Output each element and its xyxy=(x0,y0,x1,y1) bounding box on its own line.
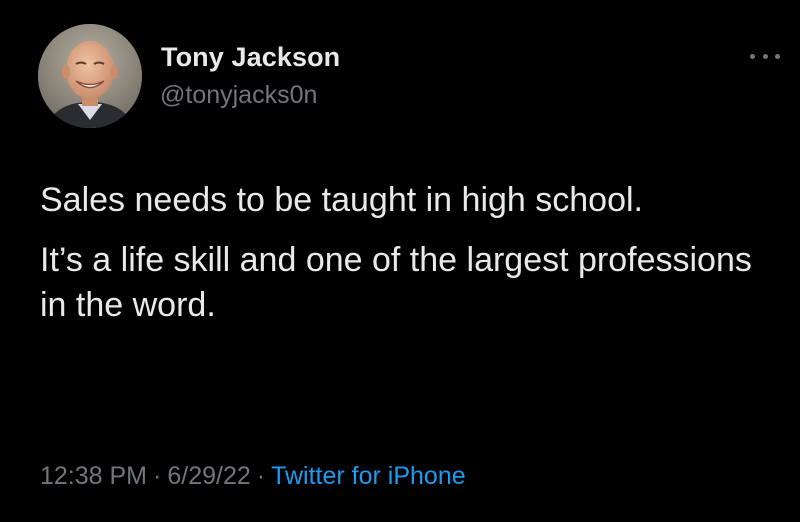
meta-separator: · xyxy=(256,462,266,490)
tweet-text: Sales needs to be taught in high school.… xyxy=(40,178,770,328)
more-dot xyxy=(750,53,755,59)
avatar[interactable] xyxy=(38,24,142,128)
more-dot xyxy=(762,53,768,59)
meta-separator: · xyxy=(153,462,162,490)
author-handle[interactable]: @tonyjacks0n xyxy=(160,81,317,110)
tweet-meta: 12:38 PM · 6/29/22 · Twitter for iPhone xyxy=(40,462,466,491)
more-horizontal-icon[interactable] xyxy=(750,46,780,66)
tweet-date[interactable]: 6/29/22 xyxy=(167,462,250,490)
avatar-photo xyxy=(38,24,142,128)
tweet-paragraph: It’s a life skill and one of the largest… xyxy=(40,241,752,324)
more-dot xyxy=(775,53,780,59)
tweet-card: Tony Jackson @tonyjacks0n Sales needs to… xyxy=(0,0,800,522)
tweet-source-link[interactable]: Twitter for iPhone xyxy=(271,462,466,490)
tweet-paragraph: Sales needs to be taught in high school. xyxy=(40,181,643,219)
tweet-time[interactable]: 12:38 PM xyxy=(40,462,147,490)
author-name[interactable]: Tony Jackson xyxy=(161,42,340,73)
